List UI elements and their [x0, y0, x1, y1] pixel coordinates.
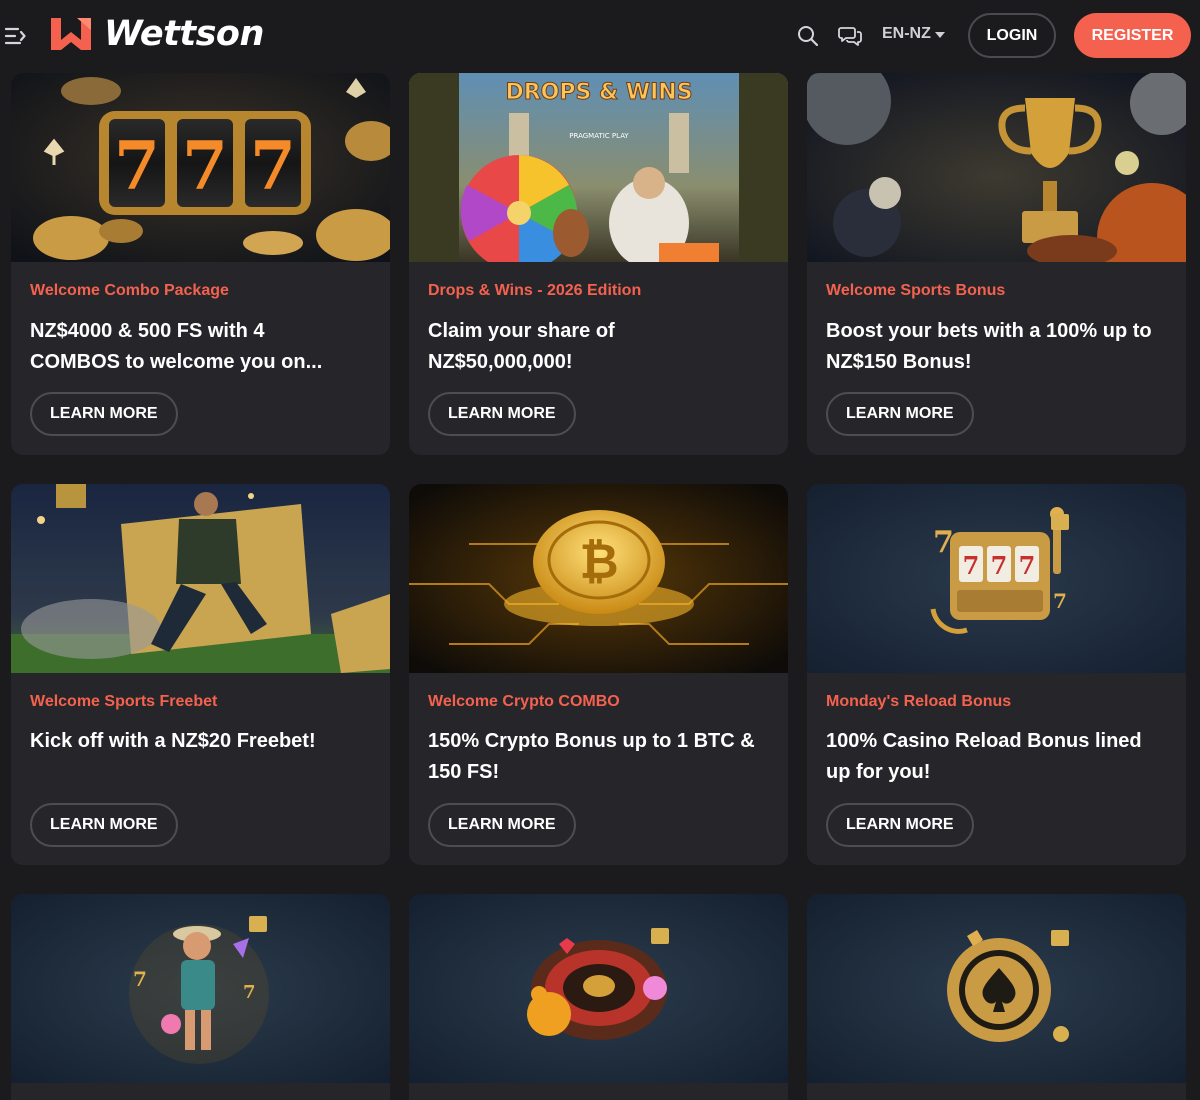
promo-tag: Drops & Wins - 2026 Edition — [428, 282, 642, 299]
promo-tag: Welcome Sports Freebet — [30, 693, 218, 710]
language-label: EN-NZ — [882, 25, 931, 42]
promo-title: Claim your share of NZ$50,000,000! — [428, 320, 615, 373]
promo-card[interactable]: 7 7 7 Welcome Combo Package NZ$4000 & 50… — [11, 73, 390, 455]
promo-title: NZ$4000 & 500 FS with 4 COMBOS to welcom… — [30, 320, 323, 373]
brand-logo[interactable]: Wettson — [48, 14, 264, 54]
football-player-ticket-image — [11, 484, 390, 673]
poker-chip-spade-image — [807, 894, 1186, 1083]
promo-tag: Monday's Reload Bonus — [826, 693, 1012, 710]
register-button[interactable]: REGISTER — [1074, 13, 1191, 58]
svg-text:7: 7 — [1053, 589, 1067, 613]
learn-more-button[interactable]: LEARN MORE — [30, 392, 178, 436]
language-selector[interactable]: EN-NZ — [882, 25, 945, 43]
promo-card[interactable]: Welcome Sports Bonus Boost your bets wit… — [807, 73, 1186, 455]
svg-text:7: 7 — [182, 127, 228, 205]
chat-icon[interactable] — [838, 24, 862, 48]
top-navigation-bar: Wettson EN-NZ LOGIN REGISTER — [0, 0, 1200, 72]
learn-more-button[interactable]: LEARN MORE — [428, 392, 576, 436]
promo-title: 100% Casino Reload Bonus lined up for yo… — [826, 730, 1142, 783]
bitcoin-circuit-image: ₿ — [409, 484, 788, 673]
learn-more-button[interactable]: LEARN MORE — [30, 803, 178, 847]
learn-more-button[interactable]: LEARN MORE — [826, 803, 974, 847]
drops-wins-zeus-wheel-image: DROPS & WINS PRAGMATIC PLAY — [409, 73, 788, 262]
svg-text:7: 7 — [933, 525, 954, 560]
svg-text:7: 7 — [963, 551, 980, 580]
promo-title: Kick off with a NZ$20 Freebet! — [30, 730, 316, 752]
promo-card[interactable]: ₿ Welcome Crypto COMBO 150% Crypto Bonus… — [409, 484, 788, 865]
promo-card[interactable]: DROPS & WINS PRAGMATIC PLAY Drops & Wins… — [409, 73, 788, 455]
promo-tag: Welcome Sports Bonus — [826, 282, 1006, 299]
login-button[interactable]: LOGIN — [968, 13, 1056, 58]
search-icon[interactable] — [796, 24, 820, 48]
promo-title: Boost your bets with a 100% up to NZ$150… — [826, 320, 1152, 373]
promo-tag: Welcome Crypto COMBO — [428, 693, 620, 710]
promo-card[interactable]: 7 7 — [11, 894, 390, 1100]
svg-text:7: 7 — [1019, 551, 1036, 580]
gold-trophy-balls-image — [807, 73, 1186, 262]
promo-title: 150% Crypto Bonus up to 1 BTC & 150 FS! — [428, 730, 755, 783]
promo-tag: Welcome Combo Package — [30, 282, 229, 299]
slot-machine-calendar-image: 7 7 7 7 7 — [807, 484, 1186, 673]
svg-text:7: 7 — [243, 982, 256, 1003]
promo-card[interactable]: Welcome Sports Freebet Kick off with a N… — [11, 484, 390, 865]
svg-text:7: 7 — [114, 127, 160, 205]
learn-more-button[interactable]: LEARN MORE — [428, 803, 576, 847]
learn-more-button[interactable]: LEARN MORE — [826, 392, 974, 436]
cowboy-character-image: 7 7 — [11, 894, 390, 1083]
roulette-candy-image — [409, 894, 788, 1083]
menu-icon[interactable] — [4, 22, 28, 50]
logo-mark-icon — [51, 18, 91, 50]
slot-777-coins-image: 7 7 7 — [11, 73, 390, 262]
svg-text:PRAGMATIC PLAY: PRAGMATIC PLAY — [569, 132, 629, 140]
promo-card[interactable]: 7 7 7 7 7 Monday's Reload Bonus 100% Cas… — [807, 484, 1186, 865]
caret-down-icon — [934, 31, 945, 38]
brand-name: Wettson — [104, 14, 264, 54]
svg-text:7: 7 — [991, 551, 1008, 580]
svg-text:DROPS & WINS: DROPS & WINS — [505, 80, 692, 105]
promo-card[interactable] — [409, 894, 788, 1100]
svg-text:7: 7 — [133, 967, 147, 991]
svg-text:₿: ₿ — [579, 534, 618, 590]
svg-text:7: 7 — [250, 127, 296, 205]
promo-card[interactable] — [807, 894, 1186, 1100]
